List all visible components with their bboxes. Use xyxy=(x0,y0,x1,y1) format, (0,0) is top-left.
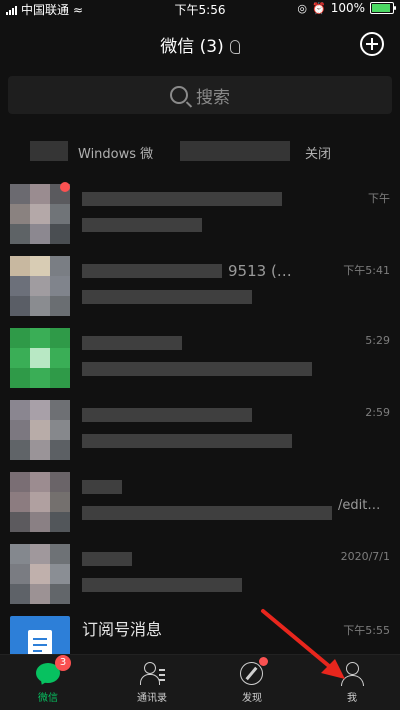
blurred-message xyxy=(82,290,252,304)
chat-item[interactable]: 9513 (… 下午5:41 xyxy=(0,250,400,322)
windows-login-notice[interactable]: Windows 微 关闭 xyxy=(0,135,400,169)
chat-bubble-icon: 3 xyxy=(35,655,71,687)
chat-message-snippet: 9513 (… xyxy=(228,262,292,280)
chat-time: 下午 xyxy=(368,192,390,205)
avatar xyxy=(10,544,70,604)
blurred-message xyxy=(82,362,312,376)
tab-chats[interactable]: 3 微信 xyxy=(8,655,88,704)
blurred-name xyxy=(82,336,182,350)
chat-item[interactable]: 下午 xyxy=(0,178,400,250)
chat-time: 2020/7/1 xyxy=(340,550,390,563)
orientation-lock-icon: ◎ xyxy=(297,1,307,15)
chat-time: 下午5:41 xyxy=(343,264,390,277)
search-bar[interactable]: 搜索 xyxy=(8,76,392,114)
tab-label: 发现 xyxy=(242,693,262,704)
blurred-message xyxy=(82,434,292,448)
blurred-message xyxy=(82,578,242,592)
contacts-icon xyxy=(139,661,165,687)
blurred-message xyxy=(82,218,202,232)
avatar xyxy=(10,472,70,532)
tab-label: 我 xyxy=(347,693,357,704)
chat-item[interactable]: /edit… xyxy=(0,466,400,538)
unread-dot xyxy=(60,182,70,192)
page-title-text: 微信 (3) xyxy=(160,37,224,57)
tab-label: 通讯录 xyxy=(137,693,167,704)
add-button[interactable] xyxy=(360,32,384,56)
chat-message-snippet: /edit… xyxy=(338,498,381,513)
blurred-name xyxy=(82,264,222,278)
blurred-name xyxy=(82,480,122,494)
status-right: ◎ ⏰ 100% xyxy=(297,1,396,15)
search-icon xyxy=(170,86,188,104)
chat-item[interactable]: 2020/7/1 xyxy=(0,538,400,610)
blurred-name xyxy=(82,552,132,566)
battery-icon xyxy=(370,2,396,14)
avatar xyxy=(10,400,70,460)
chat-time: 2:59 xyxy=(365,406,390,419)
avatar xyxy=(10,328,70,388)
tab-label: 微信 xyxy=(38,693,58,704)
search-placeholder: 搜索 xyxy=(196,87,230,108)
blurred-name xyxy=(82,192,282,206)
battery-percent: 100% xyxy=(330,1,365,15)
status-bar: 中国联通 ≈ 下午5:56 ◎ ⏰ 100% xyxy=(0,0,400,18)
nav-bar: 微信 (3) xyxy=(0,18,400,68)
chat-item[interactable]: 2:59 xyxy=(0,394,400,466)
blurred-icon xyxy=(30,141,68,161)
tab-contacts[interactable]: 通讯录 xyxy=(112,661,192,704)
earpiece-mode-icon xyxy=(229,40,240,54)
unread-badge: 3 xyxy=(55,655,71,671)
avatar xyxy=(10,256,70,316)
blurred-text xyxy=(180,141,290,161)
blurred-message xyxy=(82,506,332,520)
notice-text: Windows 微 xyxy=(78,147,154,162)
alarm-icon: ⏰ xyxy=(311,1,326,15)
blurred-name xyxy=(82,408,252,422)
chat-time: 5:29 xyxy=(365,334,390,347)
notice-close-button[interactable]: 关闭 xyxy=(305,143,331,162)
page-title: 微信 (3) xyxy=(0,32,400,57)
chat-item[interactable]: 5:29 xyxy=(0,322,400,394)
red-arrow-annotation xyxy=(261,609,345,679)
avatar xyxy=(10,184,70,244)
chat-name: 订阅号消息 xyxy=(82,620,163,639)
